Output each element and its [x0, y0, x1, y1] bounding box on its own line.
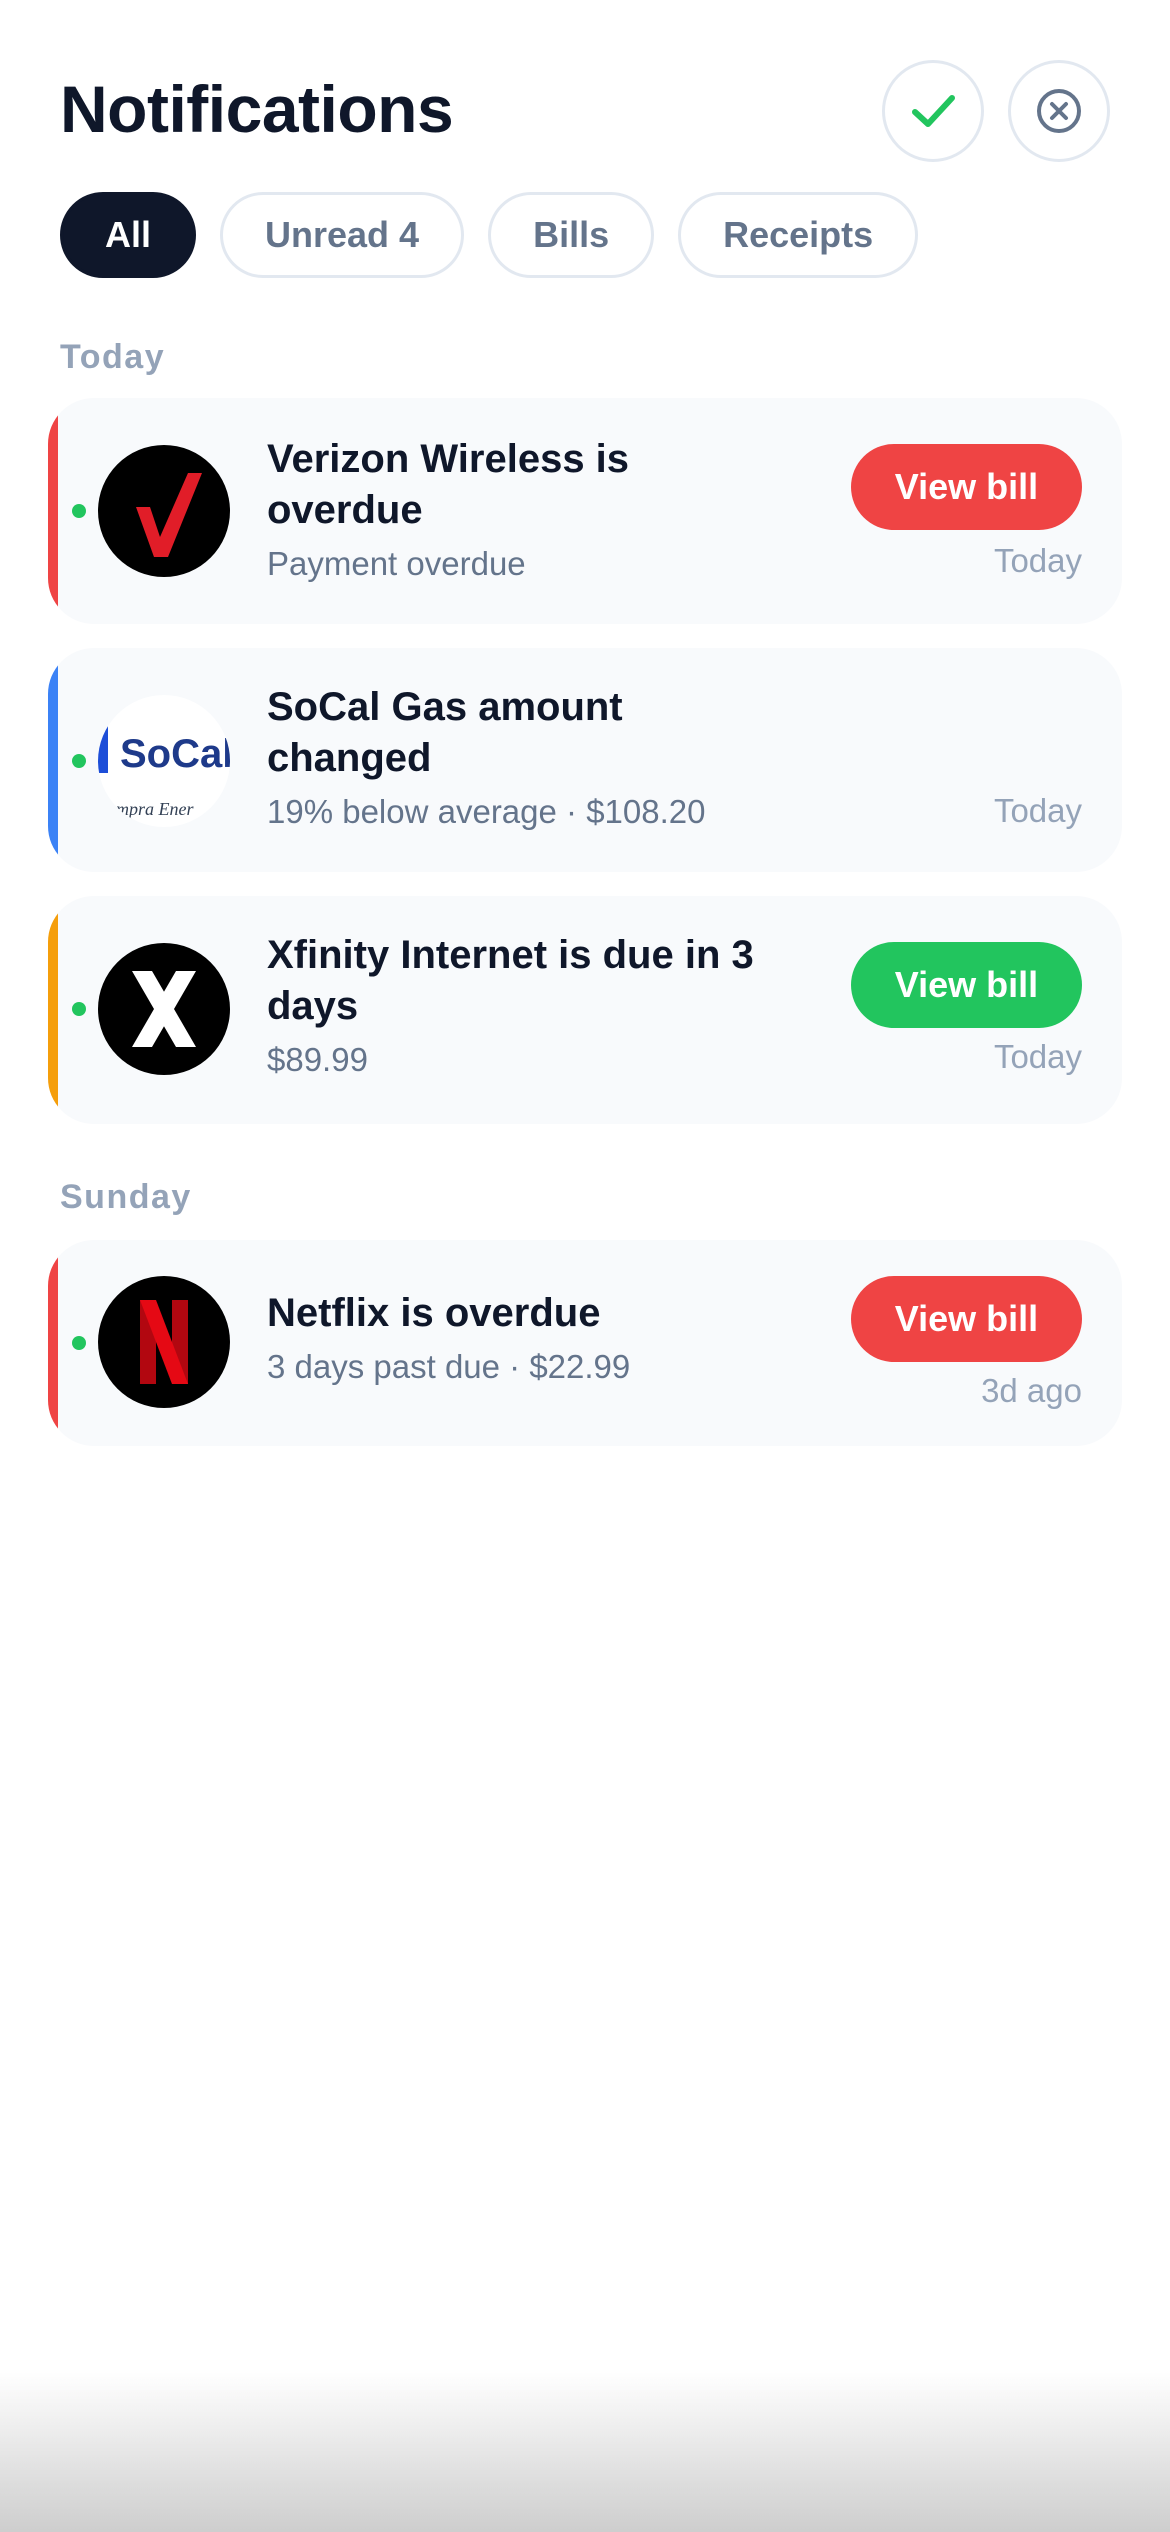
close-circle-icon	[1037, 89, 1081, 133]
notification-title: Xfinity Internet is due in 3 days	[267, 933, 754, 1028]
dismiss-all-button[interactable]	[1008, 60, 1110, 162]
card-accent	[48, 398, 58, 624]
unread-dot	[72, 504, 86, 518]
notification-title: Verizon Wireless is overdue	[267, 437, 630, 532]
notification-time: Today	[993, 542, 1082, 579]
card-accent	[48, 1240, 58, 1446]
notification-subtitle: Payment overdue	[267, 545, 526, 582]
unread-dot	[72, 754, 86, 768]
page-title: Notifications	[60, 72, 454, 146]
notification-subtitle: 19% below average · $108.20	[267, 793, 706, 830]
check-icon	[912, 95, 955, 127]
filter-chip-unread[interactable]: Unread 4	[220, 192, 465, 278]
notification-card[interactable]: Xfinity Internet is due in 3 days $89.99…	[48, 896, 1122, 1124]
view-bill-button[interactable]: View bill	[851, 444, 1082, 530]
notification-title: Netflix is overdue	[267, 1291, 601, 1335]
card-accent	[48, 896, 58, 1124]
notification-title: SoCal Gas amount changed	[267, 685, 623, 780]
view-bill-button[interactable]: View bill	[851, 942, 1082, 1028]
notification-subtitle: $89.99	[267, 1041, 368, 1078]
xfinity-logo-icon	[98, 943, 230, 1075]
notification-time: Today	[993, 792, 1082, 829]
socalgas-logo-text: SoCalG	[120, 732, 230, 776]
section-title-sunday: Sunday	[60, 1178, 192, 1216]
notification-text: Xfinity Internet is due in 3 days $89.99	[267, 930, 787, 1082]
verizon-logo-icon	[98, 445, 230, 577]
notification-subtitle: 3 days past due · $22.99	[267, 1348, 631, 1385]
filter-chip-all[interactable]: All	[60, 192, 197, 278]
notification-text: Verizon Wireless is overdue Payment over…	[267, 434, 787, 586]
notification-time: 3d ago	[981, 1372, 1082, 1409]
mark-all-read-button[interactable]	[882, 60, 984, 162]
filter-chips: All Unread 4 Bills Receipts	[60, 192, 919, 278]
notification-text: Netflix is overdue 3 days past due · $22…	[267, 1288, 787, 1389]
notification-time: Today	[993, 1038, 1082, 1075]
notification-text: SoCal Gas amount changed 19% below avera…	[267, 682, 787, 834]
section-title-today: Today	[60, 338, 166, 376]
socalgas-logo-subtext: empra Ener	[108, 799, 194, 819]
header: Notifications	[60, 60, 1110, 162]
netflix-logo-icon	[98, 1276, 230, 1408]
view-bill-button[interactable]: View bill	[851, 1276, 1082, 1362]
filter-chip-bills[interactable]: Bills	[488, 192, 655, 278]
unread-dot	[72, 1336, 86, 1350]
card-accent	[48, 648, 58, 872]
notifications-screen: Notifications All Unread 4 Bills Receipt…	[0, 0, 1170, 2532]
notification-card[interactable]: Verizon Wireless is overdue Payment over…	[48, 398, 1122, 624]
notification-card[interactable]: Netflix is overdue 3 days past due · $22…	[48, 1240, 1122, 1446]
bottom-sheet-shadow	[0, 2372, 1170, 2532]
socalgas-logo-icon: SoCalG empra Ener	[98, 695, 230, 827]
filter-chip-receipts[interactable]: Receipts	[678, 192, 919, 278]
unread-dot	[72, 1002, 86, 1016]
notification-card[interactable]: SoCalG empra Ener SoCal Gas amount chang…	[48, 648, 1122, 872]
